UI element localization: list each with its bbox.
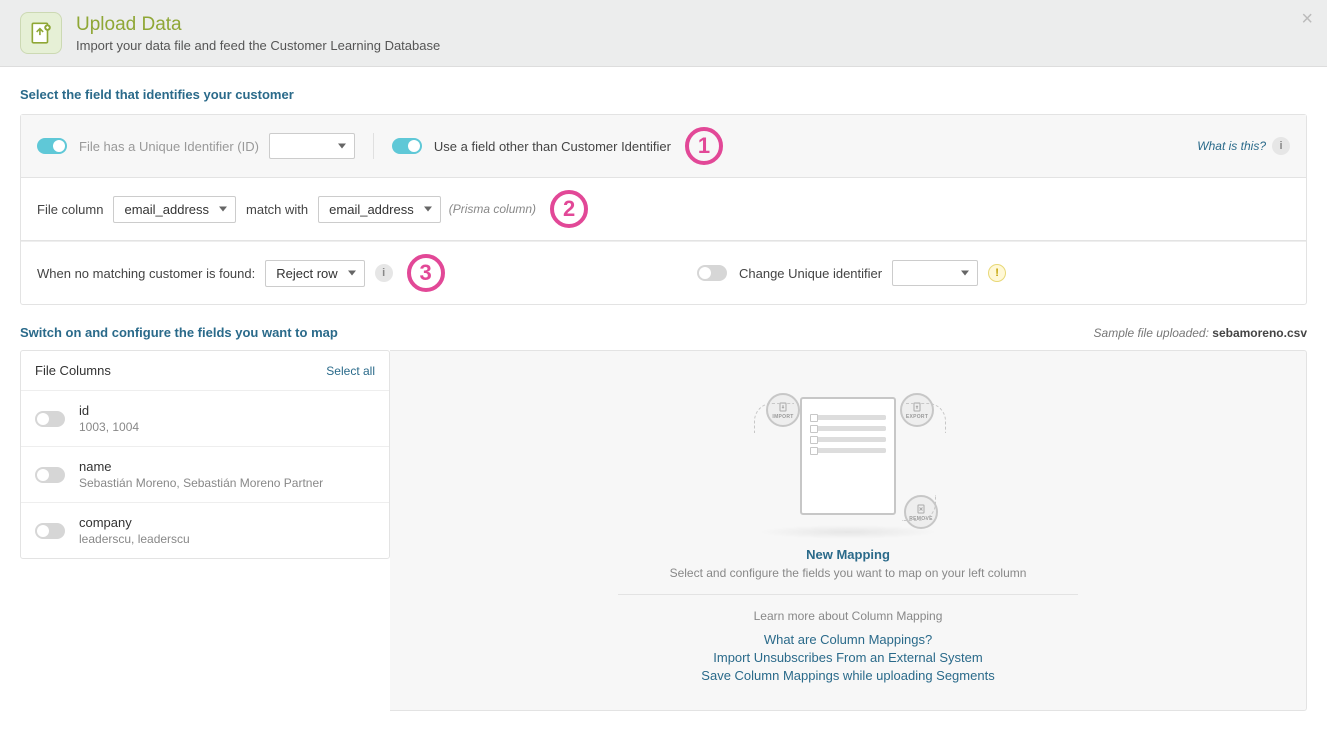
file-columns-header: File Columns xyxy=(35,363,111,378)
no-match-label: When no matching customer is found: xyxy=(37,266,255,281)
placeholder-illustration: IMPORT EXPORT REMOVE xyxy=(748,381,948,531)
field-row-id: id 1003, 1004 xyxy=(21,391,389,447)
field-name: id xyxy=(79,403,139,418)
file-columns-panel: File Columns Select all id 1003, 1004 na… xyxy=(20,350,390,559)
toggle-field-id[interactable] xyxy=(35,411,65,427)
help-link-mappings[interactable]: What are Column Mappings? xyxy=(701,632,994,647)
new-mapping-title: New Mapping xyxy=(806,547,890,562)
field-sample: leaderscu, leaderscu xyxy=(79,532,190,546)
toggle-field-name[interactable] xyxy=(35,467,65,483)
mapping-placeholder-panel: IMPORT EXPORT REMOVE New Mapping Select xyxy=(390,350,1307,711)
select-all-link[interactable]: Select all xyxy=(326,364,375,378)
close-button[interactable]: × xyxy=(1301,8,1313,31)
toggle-change-uid[interactable] xyxy=(697,265,727,281)
field-name: name xyxy=(79,459,323,474)
match-with-select[interactable]: email_address xyxy=(318,196,441,223)
field-sample: Sebastián Moreno, Sebastián Moreno Partn… xyxy=(79,476,323,490)
unique-id-select[interactable] xyxy=(269,133,355,159)
callout-1: 1 xyxy=(685,127,723,165)
no-match-select[interactable]: Reject row xyxy=(265,260,364,287)
what-is-this-link[interactable]: What is this? xyxy=(1197,139,1266,153)
sample-file-text: Sample file uploaded: sebamoreno.csv xyxy=(1094,326,1307,340)
field-row-company: company leaderscu, leaderscu xyxy=(21,503,389,558)
toggle-field-company[interactable] xyxy=(35,523,65,539)
dialog-title: Upload Data xyxy=(76,14,440,36)
identify-box: File has a Unique Identifier (ID) Use a … xyxy=(20,114,1307,305)
learn-more-label: Learn more about Column Mapping xyxy=(754,609,943,623)
change-uid-label: Change Unique identifier xyxy=(739,266,882,281)
section-identify-title: Select the field that identifies your cu… xyxy=(20,87,1307,102)
callout-3: 3 xyxy=(407,254,445,292)
upload-icon xyxy=(20,12,62,54)
new-mapping-subtitle: Select and configure the fields you want… xyxy=(618,566,1078,595)
dialog-subtitle: Import your data file and feed the Custo… xyxy=(76,38,440,53)
help-link-unsubscribes[interactable]: Import Unsubscribes From an External Sys… xyxy=(701,650,994,665)
no-match-info-icon[interactable]: i xyxy=(375,264,393,282)
field-sample: 1003, 1004 xyxy=(79,420,139,434)
file-column-label: File column xyxy=(37,202,103,217)
field-row-name: name Sebastián Moreno, Sebastián Moreno … xyxy=(21,447,389,503)
prisma-hint: (Prisma column) xyxy=(449,202,536,216)
file-column-select[interactable]: email_address xyxy=(113,196,236,223)
change-uid-select[interactable] xyxy=(892,260,978,286)
unique-id-label: File has a Unique Identifier (ID) xyxy=(79,139,259,154)
other-field-label: Use a field other than Customer Identifi… xyxy=(434,139,671,154)
callout-2: 2 xyxy=(550,190,588,228)
info-icon[interactable]: i xyxy=(1272,137,1290,155)
toggle-other-field[interactable] xyxy=(392,138,422,154)
warning-icon[interactable]: ! xyxy=(988,264,1006,282)
field-name: company xyxy=(79,515,190,530)
dialog-header: Upload Data Import your data file and fe… xyxy=(0,0,1327,67)
match-with-label: match with xyxy=(246,202,308,217)
divider xyxy=(373,133,374,159)
section-map-title: Switch on and configure the fields you w… xyxy=(20,325,338,340)
toggle-unique-id[interactable] xyxy=(37,138,67,154)
help-link-segments[interactable]: Save Column Mappings while uploading Seg… xyxy=(701,668,994,683)
